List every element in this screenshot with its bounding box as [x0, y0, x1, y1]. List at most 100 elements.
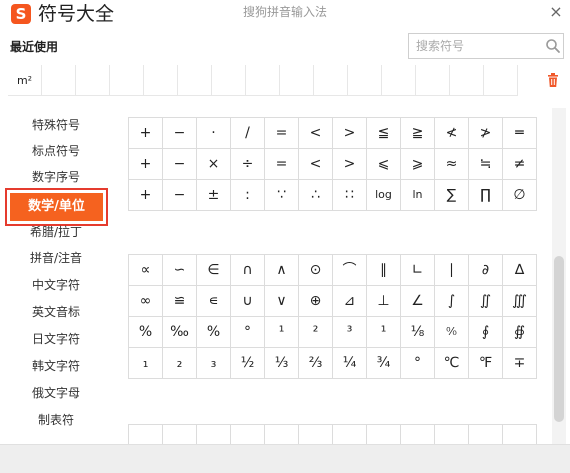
category-item[interactable]: 拼音/注音: [12, 245, 100, 271]
symbol-cell[interactable]: ℉: [469, 348, 503, 379]
symbol-cell[interactable]: [435, 425, 469, 444]
recent-symbol-cell[interactable]: [348, 65, 382, 96]
symbol-cell[interactable]: ∏: [469, 180, 503, 211]
symbol-cell[interactable]: ═: [503, 118, 537, 149]
recent-symbol-cell[interactable]: m²: [8, 65, 42, 96]
close-button[interactable]: ×: [547, 2, 565, 22]
symbol-cell[interactable]: ³: [333, 317, 367, 348]
symbol-cell[interactable]: [469, 425, 503, 444]
symbol-cell[interactable]: [197, 425, 231, 444]
symbol-cell[interactable]: [401, 425, 435, 444]
symbol-cell[interactable]: ∭: [503, 286, 537, 317]
symbol-cell[interactable]: ≈: [435, 149, 469, 180]
symbol-cell[interactable]: ⊥: [367, 286, 401, 317]
search-input[interactable]: [409, 34, 539, 58]
recent-symbol-cell[interactable]: [314, 65, 348, 96]
symbol-cell[interactable]: ∷: [333, 180, 367, 211]
symbol-cell[interactable]: ∴: [299, 180, 333, 211]
symbol-cell[interactable]: ≯: [469, 118, 503, 149]
symbol-cell[interactable]: =: [265, 149, 299, 180]
symbol-cell[interactable]: [231, 425, 265, 444]
symbol-cell[interactable]: ·: [197, 118, 231, 149]
symbol-cell[interactable]: ⅓: [265, 348, 299, 379]
search-icon[interactable]: [545, 38, 561, 54]
symbol-cell[interactable]: ∂: [469, 255, 503, 286]
category-item[interactable]: 韩文字符: [12, 353, 100, 379]
symbol-cell[interactable]: ×: [197, 149, 231, 180]
symbol-cell[interactable]: ℃: [435, 348, 469, 379]
symbol-cell[interactable]: ≌: [163, 286, 197, 317]
symbol-cell[interactable]: ∥: [367, 255, 401, 286]
symbol-cell[interactable]: ‰: [163, 317, 197, 348]
symbol-cell[interactable]: ⊿: [333, 286, 367, 317]
symbol-cell[interactable]: ∊: [197, 286, 231, 317]
symbol-cell[interactable]: ÷: [231, 149, 265, 180]
scrollbar[interactable]: [552, 108, 566, 444]
symbol-cell[interactable]: ∝: [129, 255, 163, 286]
symbol-cell[interactable]: ²: [299, 317, 333, 348]
symbol-cell[interactable]: <: [299, 149, 333, 180]
symbol-cell[interactable]: ¹: [367, 317, 401, 348]
symbol-cell[interactable]: /: [231, 118, 265, 149]
symbol-cell[interactable]: °: [401, 348, 435, 379]
symbol-cell[interactable]: +: [129, 118, 163, 149]
symbol-cell[interactable]: ≒: [469, 149, 503, 180]
symbol-cell[interactable]: [163, 425, 197, 444]
recent-symbol-cell[interactable]: [280, 65, 314, 96]
symbol-cell[interactable]: ±: [197, 180, 231, 211]
symbol-cell[interactable]: ⁰⁄₀: [435, 317, 469, 348]
symbol-cell[interactable]: ₂: [163, 348, 197, 379]
recent-symbol-cell[interactable]: [416, 65, 450, 96]
recent-symbol-cell[interactable]: [110, 65, 144, 96]
symbol-cell[interactable]: ⅔: [299, 348, 333, 379]
symbol-cell[interactable]: ₃: [197, 348, 231, 379]
symbol-cell[interactable]: ∽: [163, 255, 197, 286]
symbol-cell[interactable]: [333, 425, 367, 444]
symbol-cell[interactable]: ⅛: [401, 317, 435, 348]
trash-icon[interactable]: [545, 72, 561, 88]
symbol-cell[interactable]: ⊙: [299, 255, 333, 286]
category-item[interactable]: 数字序号: [12, 164, 100, 190]
symbol-cell[interactable]: ∈: [197, 255, 231, 286]
symbol-cell[interactable]: ¼: [333, 348, 367, 379]
symbol-cell[interactable]: =: [265, 118, 299, 149]
symbol-cell[interactable]: +: [129, 180, 163, 211]
symbol-cell[interactable]: ∮: [469, 317, 503, 348]
symbol-cell[interactable]: ∓: [503, 348, 537, 379]
symbol-cell[interactable]: %: [129, 317, 163, 348]
category-item[interactable]: 希腊/拉丁: [12, 219, 100, 245]
recent-symbol-cell[interactable]: [178, 65, 212, 96]
symbol-cell[interactable]: ∠: [401, 286, 435, 317]
category-item[interactable]: 中文字符: [12, 272, 100, 298]
symbol-cell[interactable]: ₁: [129, 348, 163, 379]
recent-symbol-cell[interactable]: [484, 65, 518, 96]
recent-symbol-cell[interactable]: [246, 65, 280, 96]
symbol-cell[interactable]: °: [231, 317, 265, 348]
symbol-cell[interactable]: [129, 425, 163, 444]
symbol-cell[interactable]: :: [231, 180, 265, 211]
symbol-cell[interactable]: ≠: [503, 149, 537, 180]
scroll-thumb[interactable]: [554, 256, 564, 422]
symbol-cell[interactable]: +: [129, 149, 163, 180]
category-item[interactable]: 制表符: [12, 407, 100, 433]
symbol-cell[interactable]: −: [163, 180, 197, 211]
symbol-cell[interactable]: ⩽: [367, 149, 401, 180]
symbol-cell[interactable]: log: [367, 180, 401, 211]
symbol-cell[interactable]: ⌒: [333, 255, 367, 286]
symbol-cell[interactable]: ⩾: [401, 149, 435, 180]
symbol-cell[interactable]: [299, 425, 333, 444]
symbol-cell[interactable]: ∞: [129, 286, 163, 317]
category-item[interactable]: 特殊符号: [12, 112, 100, 138]
symbol-cell[interactable]: ¹: [265, 317, 299, 348]
symbol-cell[interactable]: >: [333, 149, 367, 180]
recent-symbol-cell[interactable]: [382, 65, 416, 96]
symbol-cell[interactable]: ∬: [469, 286, 503, 317]
symbol-cell[interactable]: ¾: [367, 348, 401, 379]
symbol-cell[interactable]: ∅: [503, 180, 537, 211]
symbol-cell[interactable]: ∑: [435, 180, 469, 211]
symbol-cell[interactable]: ∧: [265, 255, 299, 286]
symbol-cell[interactable]: ln: [401, 180, 435, 211]
symbol-cell[interactable]: −: [163, 118, 197, 149]
category-item[interactable]: 俄文字母: [12, 380, 100, 406]
symbol-cell[interactable]: ∵: [265, 180, 299, 211]
